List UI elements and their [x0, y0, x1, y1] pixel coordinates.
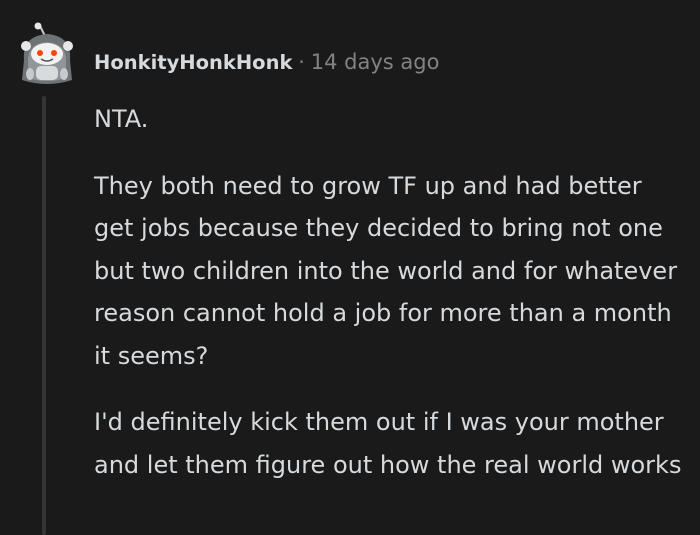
- snoo-avatar-icon[interactable]: [18, 22, 76, 86]
- comment-body: NTA. They both need to grow TF up and ha…: [94, 98, 684, 510]
- comment-paragraph: NTA.: [94, 105, 149, 133]
- username-link[interactable]: HonkityHonkHonk: [94, 51, 292, 74]
- comment-paragraph: I'd definitely kick them out if I was yo…: [94, 408, 682, 479]
- thread-collapse-line[interactable]: [42, 96, 46, 535]
- meta-separator: ·: [298, 50, 305, 74]
- comment-meta: HonkityHonkHonk · 14 days ago: [94, 47, 439, 77]
- comment-paragraph: They both need to grow TF up and had bet…: [94, 171, 678, 370]
- comment: HonkityHonkHonk · 14 days ago NTA. They bo…: [0, 0, 700, 535]
- timestamp[interactable]: 14 days ago: [311, 50, 440, 74]
